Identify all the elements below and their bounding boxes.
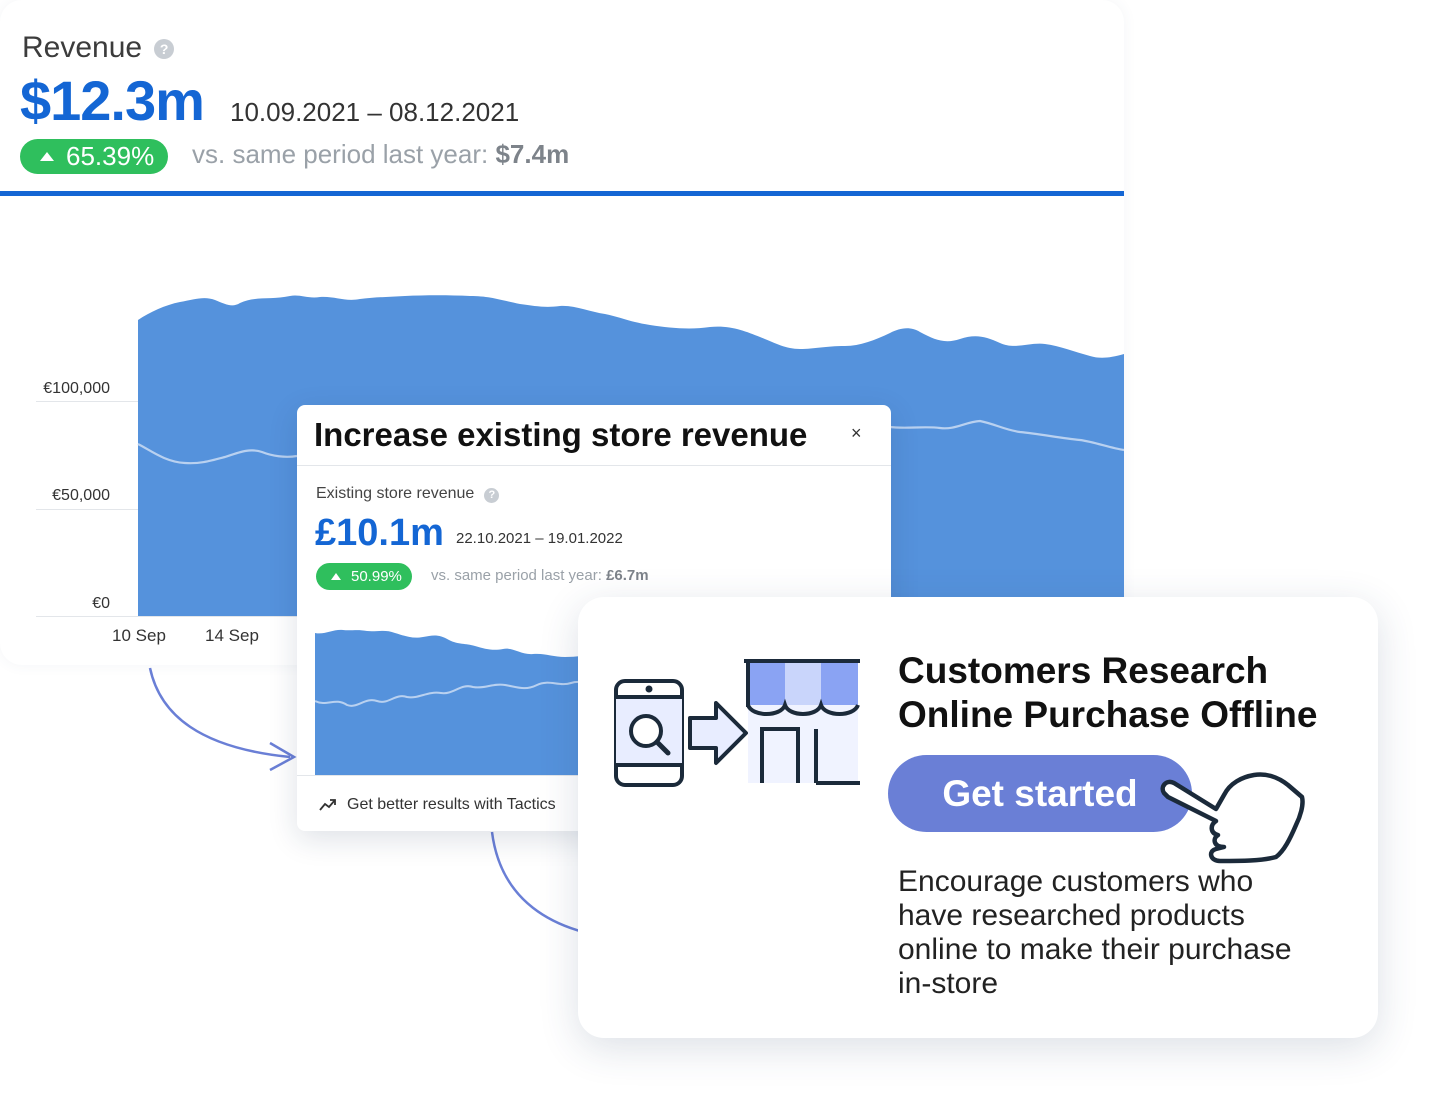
arrow-right-icon (688, 701, 748, 765)
close-icon[interactable]: × (851, 423, 862, 444)
tactic-promo-card: Customers Research Online Purchase Offli… (578, 597, 1378, 1038)
store-compare: vs. same period last year: £6.7m (431, 567, 649, 584)
flow-arrow-1 (148, 667, 291, 759)
store-subtitle-text: Existing store revenue (316, 485, 475, 502)
store-change-badge: 50.99% (316, 563, 412, 590)
tactics-link[interactable]: Get better results with Tactics (347, 796, 556, 814)
store-change-value: 50.99% (351, 568, 402, 585)
store-revenue-subtitle: Existing store revenue? (316, 485, 500, 503)
popup-title: Increase existing store revenue (314, 416, 808, 453)
arrowhead-icon (269, 741, 297, 772)
arrow-up-icon (331, 573, 341, 580)
pointing-hand-icon (1160, 772, 1305, 864)
store-compare-value: £6.7m (606, 567, 649, 584)
help-icon[interactable]: ? (484, 488, 500, 503)
phone-to-store-illustration (614, 659, 860, 787)
promo-description: Encourage customers who have researched … (898, 865, 1292, 1000)
store-date-range: 22.10.2021 – 19.01.2022 (456, 530, 623, 547)
phone-search-icon (614, 679, 684, 787)
get-started-button[interactable]: Get started (888, 755, 1192, 832)
storefront-icon (744, 659, 860, 785)
store-compare-label: vs. same period last year: (431, 567, 602, 584)
trending-up-icon (319, 799, 336, 811)
popup-header: Increase existing store revenue × (297, 405, 891, 466)
promo-title: Customers Research Online Purchase Offli… (898, 650, 1318, 735)
store-revenue-value: £10.1m (315, 512, 444, 554)
